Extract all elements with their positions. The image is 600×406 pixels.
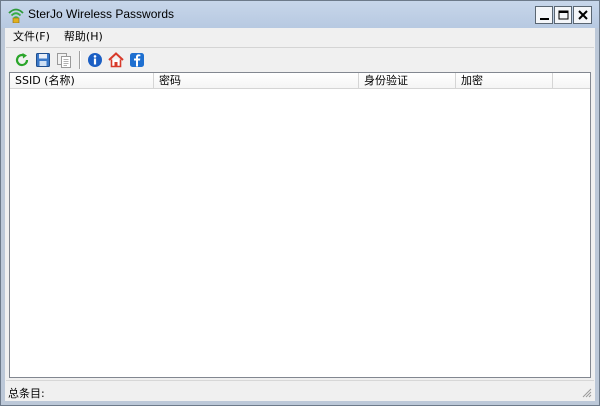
column-header-ssid[interactable]: SSID (名称) [10, 73, 154, 89]
facebook-button[interactable] [127, 50, 147, 70]
status-bar: 总条目: [6, 380, 594, 401]
column-header-authentication[interactable]: 身份验证 [359, 73, 456, 89]
toolbar [6, 48, 594, 72]
copy-button[interactable] [54, 50, 74, 70]
minimize-icon [540, 18, 549, 20]
total-entries-label: 总条目: [8, 387, 45, 400]
home-icon [108, 52, 124, 68]
title-bar[interactable]: SterJo Wireless Passwords [1, 1, 599, 28]
toolbar-separator [79, 51, 81, 69]
passwords-list[interactable]: SSID (名称) 密码 身份验证 加密 [9, 72, 591, 378]
wifi-app-icon [8, 7, 24, 24]
resize-grip-icon[interactable] [580, 386, 592, 398]
save-icon [36, 53, 50, 67]
refresh-icon [15, 53, 29, 67]
window-title: SterJo Wireless Passwords [28, 7, 175, 21]
info-icon [88, 53, 102, 67]
close-button[interactable] [573, 6, 592, 24]
copy-icon [57, 53, 71, 68]
column-header-password[interactable]: 密码 [154, 73, 359, 89]
menu-help[interactable]: 帮助(H) [57, 28, 110, 47]
minimize-button[interactable] [535, 6, 553, 24]
about-button[interactable] [85, 50, 105, 70]
column-header-encryption[interactable]: 加密 [456, 73, 553, 89]
homepage-button[interactable] [106, 50, 126, 70]
maximize-button[interactable] [554, 6, 572, 24]
menu-file[interactable]: 文件(F) [6, 28, 57, 47]
facebook-icon [130, 53, 144, 67]
caption-buttons [534, 6, 592, 24]
refresh-button[interactable] [12, 50, 32, 70]
list-header: SSID (名称) 密码 身份验证 加密 [10, 73, 590, 89]
list-body[interactable] [10, 90, 590, 377]
save-button[interactable] [33, 50, 53, 70]
menu-bar: 文件(F) 帮助(H) [6, 28, 594, 47]
maximize-icon [558, 10, 569, 20]
client-area: 文件(F) 帮助(H) SSID (名称) 密码 身份验证 加密 总条目: [6, 28, 594, 401]
app-window: SterJo Wireless Passwords 文件(F) 帮助(H) SS… [0, 0, 600, 406]
close-icon [578, 10, 588, 20]
